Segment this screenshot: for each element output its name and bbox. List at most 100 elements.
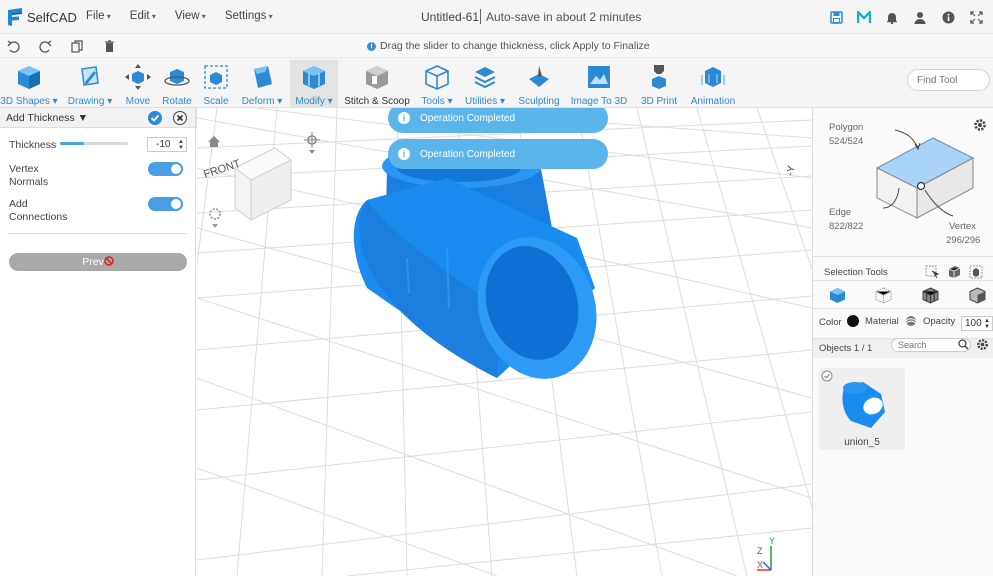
tool-modify[interactable]: Modify ▾ xyxy=(290,60,338,108)
edge-axis-label: -Y xyxy=(785,164,798,176)
right-properties-panel: Polygon 524/524 Edge 822/822 Vertex 296/… xyxy=(812,108,993,576)
tool-stitch-scoop[interactable]: Stitch & Scoop xyxy=(343,60,411,108)
close-icon[interactable] xyxy=(173,111,187,125)
modify-cube-icon xyxy=(303,66,325,89)
sculpting-icon xyxy=(529,66,549,87)
tool-label: Move xyxy=(125,96,151,107)
search-icon[interactable] xyxy=(958,339,969,353)
tool-sculpting[interactable]: Sculpting xyxy=(516,60,562,108)
tool-image-to-3d[interactable]: Image To 3D xyxy=(570,60,628,108)
notifications-bell-icon[interactable] xyxy=(885,10,899,24)
toast-notification[interactable]: i Operation Completed xyxy=(388,108,608,133)
selection-tools-section: Selection Tools xyxy=(813,256,993,279)
menu-edit[interactable]: Edit xyxy=(130,10,156,22)
tool-drawing[interactable]: Drawing ▾ xyxy=(66,60,114,108)
tool-3d-shapes[interactable]: 3D Shapes ▾ xyxy=(0,60,58,108)
object-name: union_5 xyxy=(844,437,880,448)
tool-label: Rotate xyxy=(162,96,192,107)
apply-check-icon[interactable] xyxy=(148,111,162,125)
object-card[interactable]: union_5 xyxy=(819,368,905,450)
object-visible-check-icon[interactable] xyxy=(821,370,833,385)
deform-icon xyxy=(254,66,272,88)
toast-notification[interactable]: i Operation Completed xyxy=(388,139,608,169)
info-icon[interactable] xyxy=(941,10,955,24)
panel-title[interactable]: Add Thickness ▼ xyxy=(6,112,88,124)
vertex-mode-icon[interactable] xyxy=(875,287,892,307)
fullscreen-icon[interactable] xyxy=(969,10,983,24)
polygon-label: Polygon xyxy=(829,122,864,133)
view-cube[interactable]: FRONT xyxy=(202,147,292,221)
material-sphere-icon[interactable] xyxy=(905,315,917,330)
top-bar: SelfCAD File Edit View Settings Untitled… xyxy=(0,0,993,34)
3d-viewport[interactable]: FRONT Y Z X -Y i Operation Completed i O… xyxy=(197,108,812,576)
myminifactory-icon[interactable] xyxy=(857,10,871,24)
axis-gizmo: Y Z X xyxy=(757,536,775,571)
tool-deform[interactable]: Deform ▾ xyxy=(239,60,285,108)
user-profile-icon[interactable] xyxy=(913,10,927,24)
color-swatch[interactable] xyxy=(847,315,859,327)
menu-view[interactable]: View xyxy=(175,10,206,22)
axis-x-label: X xyxy=(757,560,763,570)
axis-z-label: Z xyxy=(757,546,763,556)
tools-cube-icon xyxy=(425,65,449,90)
tool-label: Drawing ▾ xyxy=(67,96,113,107)
spinner-arrows-icon[interactable]: ▲ ▼ xyxy=(178,139,184,151)
disabled-icon xyxy=(104,256,114,266)
find-tool-input[interactable] xyxy=(907,69,990,91)
tool-utilities[interactable]: Utilities ▾ xyxy=(463,60,507,108)
opacity-spinner-icon[interactable]: ▲ ▼ xyxy=(984,318,990,330)
app-logo[interactable]: SelfCAD xyxy=(6,7,77,27)
add-connections-label-2: Connections xyxy=(9,211,68,223)
scene-canvas[interactable]: FRONT Y Z X -Y xyxy=(197,108,812,576)
vertex-normals-label-1: Vertex xyxy=(9,163,39,175)
tool-rotate[interactable]: Rotate xyxy=(160,60,194,108)
hint-message: i Drag the slider to change thickness, c… xyxy=(367,40,650,52)
toast-text: Operation Completed xyxy=(420,112,516,124)
tool-label: 3D Print xyxy=(640,96,678,107)
save-icon[interactable] xyxy=(829,10,843,24)
menu-file[interactable]: File xyxy=(86,10,111,22)
tool-tools[interactable]: Tools ▾ xyxy=(420,60,454,108)
polygon-count: 524/524 xyxy=(829,136,864,147)
animation-icon xyxy=(701,67,725,87)
axis-y-label: Y xyxy=(769,536,775,546)
thickness-number-input[interactable]: -10 ▲ ▼ xyxy=(147,137,187,152)
tool-label: Image To 3D xyxy=(570,96,628,107)
tool-animation[interactable]: Animation xyxy=(688,60,738,108)
add-connections-toggle[interactable] xyxy=(148,197,183,211)
face-mode-icon[interactable] xyxy=(969,287,986,307)
preview-button[interactable]: Prev xyxy=(9,253,187,271)
tool-label: Utilities ▾ xyxy=(464,96,506,107)
tool-label: Deform ▾ xyxy=(241,96,283,107)
opacity-value: 100 xyxy=(965,318,982,329)
vertex-normals-toggle[interactable] xyxy=(148,162,183,176)
redo-icon[interactable] xyxy=(38,39,52,53)
stitch-scoop-icon xyxy=(366,66,388,89)
delete-trash-icon[interactable] xyxy=(102,39,116,53)
edge-mode-icon[interactable] xyxy=(922,287,939,307)
home-icon[interactable] xyxy=(208,136,220,147)
objects-settings-gear-icon[interactable] xyxy=(976,338,989,354)
document-title[interactable]: Untitled-61 xyxy=(421,10,479,24)
object-mode-cube-icon[interactable] xyxy=(829,287,846,307)
tool-label: Sculpting xyxy=(518,96,560,107)
thickness-value: -10 xyxy=(156,139,171,150)
menu-settings[interactable]: Settings xyxy=(225,10,273,22)
utilities-layers-icon xyxy=(474,67,496,89)
image-to-3d-icon xyxy=(588,66,610,88)
tool-move[interactable]: Move xyxy=(122,60,154,108)
toast-info-icon: i xyxy=(398,112,410,124)
opacity-input[interactable]: 100 ▲ ▼ xyxy=(961,316,993,331)
material-label: Material xyxy=(865,316,899,327)
copy-icon[interactable] xyxy=(70,39,84,53)
color-label: Color xyxy=(819,317,842,328)
tool-3d-print[interactable]: 3D Print xyxy=(639,60,679,108)
tool-scale[interactable]: Scale xyxy=(202,60,230,108)
undo-icon[interactable] xyxy=(6,39,20,53)
history-bar: i Drag the slider to change thickness, c… xyxy=(0,34,993,58)
thickness-label: Thickness xyxy=(9,139,57,151)
model-union-5[interactable] xyxy=(353,144,615,394)
add-connections-label-1: Add xyxy=(9,198,28,210)
panel-header: Add Thickness ▼ xyxy=(0,108,195,128)
toast-text: Operation Completed xyxy=(420,148,516,160)
